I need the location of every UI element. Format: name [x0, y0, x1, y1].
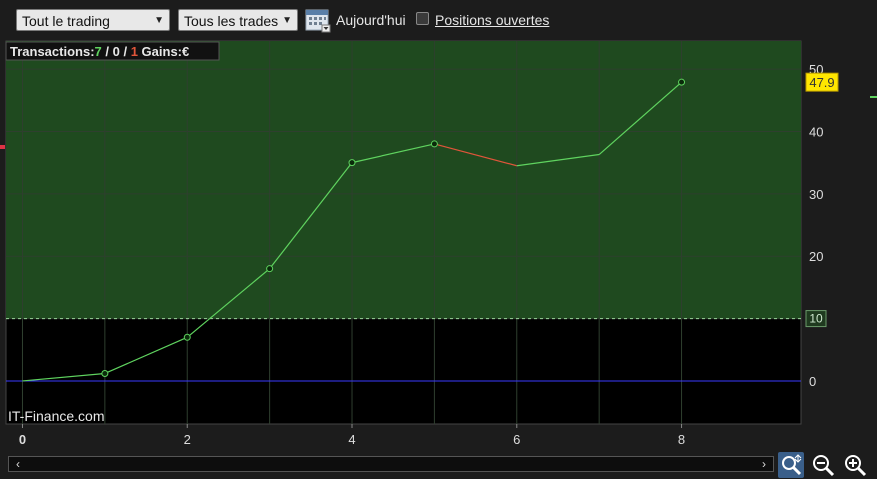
data-point: [430, 140, 438, 148]
y-tick-label: 40: [809, 124, 823, 139]
trading-filter-value: Tout le trading: [22, 13, 110, 29]
threshold-badge: 10: [805, 310, 827, 328]
zoom-fit-icon[interactable]: [778, 452, 804, 478]
chevron-down-icon: ▼: [282, 15, 292, 26]
separator: /: [120, 44, 131, 59]
open-positions-label[interactable]: Positions ouvertes: [435, 12, 549, 28]
y-tick-label: 20: [809, 249, 823, 264]
x-tick-label: 6: [513, 432, 520, 447]
today-label[interactable]: Aujourd'hui: [336, 12, 406, 28]
watermark: IT-Finance.com: [8, 408, 104, 424]
data-point: [348, 159, 356, 167]
x-tick-label: 2: [184, 432, 191, 447]
neutral-count: 0: [113, 44, 120, 59]
trades-filter-value: Tous les trades: [184, 13, 279, 29]
trading-filter-select[interactable]: Tout le trading ▼: [16, 9, 170, 31]
gains-label: Gains:: [142, 44, 182, 59]
toolbar: Tout le trading ▼ Tous les trades ▼ Aujo…: [0, 0, 877, 40]
data-point: [266, 265, 274, 273]
equity-chart: 020304050 02468 10 47.9 Transactions:7 /…: [0, 40, 877, 452]
zoom-out-icon[interactable]: [810, 452, 836, 478]
summary-text: Transactions:7 / 0 / 1 Gains:€: [10, 44, 189, 59]
losses-count: 1: [131, 44, 138, 59]
data-point: [101, 369, 109, 377]
scroll-left-icon[interactable]: ‹: [11, 457, 25, 471]
currency: €: [182, 44, 189, 59]
open-positions-checkbox[interactable]: [416, 12, 429, 25]
threshold-label: 10: [809, 312, 823, 326]
chevron-down-icon: ▼: [154, 15, 164, 26]
y-tick-label: 0: [809, 374, 816, 389]
zoom-in-icon[interactable]: [842, 452, 868, 478]
data-point: [678, 78, 686, 86]
last-value-label: 47.9: [809, 75, 834, 90]
trades-filter-select[interactable]: Tous les trades ▼: [178, 9, 298, 31]
horizontal-scrollbar[interactable]: ‹ ›: [8, 456, 774, 472]
data-point: [183, 333, 191, 341]
wins-count: 7: [95, 44, 102, 59]
transactions-label: Transactions:: [10, 44, 95, 59]
separator: /: [102, 44, 113, 59]
scroll-right-icon[interactable]: ›: [757, 457, 771, 471]
x-tick-label: 0: [19, 432, 26, 447]
y-tick-label: 30: [809, 187, 823, 202]
summary-box: Transactions:7 / 0 / 1 Gains:€: [5, 41, 220, 61]
x-tick-label: 8: [678, 432, 685, 447]
x-tick-label: 4: [348, 432, 355, 447]
last-value-badge: 47.9: [805, 72, 839, 92]
calendar-icon[interactable]: [305, 7, 331, 33]
